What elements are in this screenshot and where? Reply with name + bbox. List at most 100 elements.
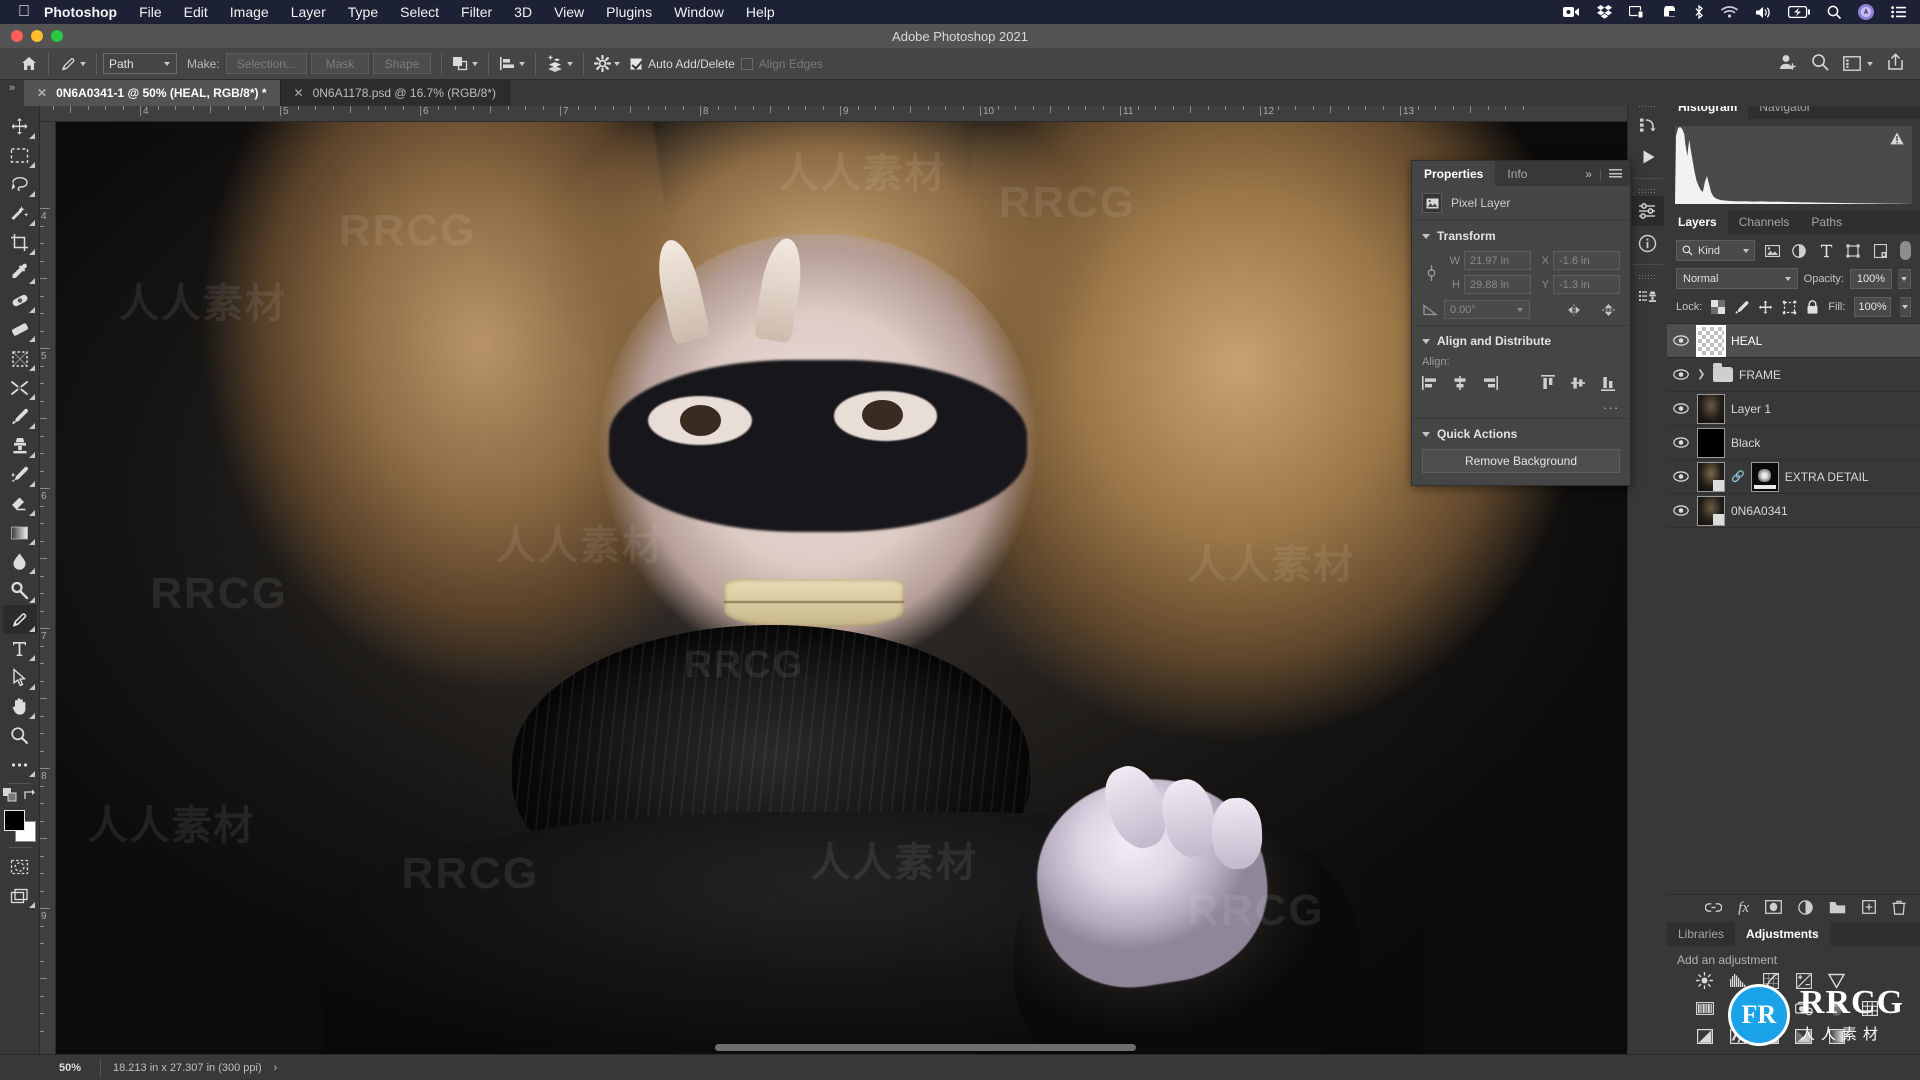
patch-tool[interactable] [3,315,37,344]
tab-libraries[interactable]: Libraries [1667,922,1735,946]
layer-thumbnail[interactable] [1697,393,1725,424]
document-tab-1[interactable]: ✕ 0N6A0341-1 @ 50% (HEAL, RGB/8*) * [24,80,281,106]
chevron-down-icon[interactable] [1784,276,1791,281]
tab-info[interactable]: Info [1495,161,1539,186]
chevron-double-right-icon[interactable]: » [1585,167,1592,181]
fill-stepper[interactable] [1899,297,1911,317]
type-tool[interactable] [3,634,37,663]
align-right-icon[interactable] [1482,375,1498,391]
display-icon[interactable] [1629,5,1645,19]
active-tool-preset[interactable] [55,55,90,73]
wifi-icon[interactable] [1721,6,1738,18]
status-menu-arrow-icon[interactable]: › [274,1062,278,1074]
zoom-tool[interactable] [3,721,37,750]
edit-toolbar-more-icon[interactable] [3,750,37,779]
chevron-down-icon[interactable] [519,61,526,66]
table-row[interactable]: HEAL [1667,324,1920,358]
volume-icon[interactable] [1755,6,1771,19]
eraser-tool[interactable] [3,489,37,518]
history-brush-tool[interactable] [3,460,37,489]
clone-stamp-tool[interactable] [3,431,37,460]
layer-style-fx-icon[interactable]: fx [1738,900,1749,917]
tab-layers[interactable]: Layers [1667,210,1728,234]
filter-shape-icon[interactable] [1844,241,1863,261]
panel-menu-icon[interactable] [1609,169,1622,178]
menu-edit[interactable]: Edit [184,4,208,20]
zoom-level[interactable]: 50% [40,1062,100,1074]
gradient-tool[interactable] [3,518,37,547]
share-user-icon[interactable] [1778,53,1797,74]
remove-background-button[interactable]: Remove Background [1422,449,1620,473]
lock-transparent-pixels-icon[interactable] [1711,300,1726,315]
chevron-down-icon[interactable] [1517,307,1523,312]
angle-field[interactable]: 0.00° [1444,300,1530,319]
chevron-down-icon[interactable] [1742,248,1749,253]
document-canvas[interactable]: 人人素材 RRCG RRCG 人人素材 RRCG 人人素材 人人素材 人人素材 … [56,122,1627,1054]
mask-link-icon[interactable]: 🔗 [1731,470,1745,483]
table-row[interactable]: Black [1667,426,1920,460]
control-center-icon[interactable] [1891,6,1906,18]
layer-visibility-icon[interactable] [1671,403,1691,414]
flip-vertical-icon[interactable] [1600,302,1616,318]
collapse-panels-icon[interactable]: » [0,80,24,106]
quick-mask-toggle-icon[interactable] [3,852,37,881]
layer-name[interactable]: HEAL [1731,334,1762,348]
align-top-icon[interactable] [1540,375,1556,391]
invert-icon[interactable] [1695,1027,1714,1046]
layer-thumbnail[interactable] [1697,427,1725,458]
default-colors-icon[interactable] [2,788,17,805]
chevron-down-icon[interactable] [164,61,170,66]
blend-mode-select[interactable]: Normal [1676,268,1798,289]
battery-charging-icon[interactable] [1788,6,1810,18]
table-row[interactable]: Layer 1 [1667,392,1920,426]
chevron-down-icon[interactable] [567,61,574,66]
table-row[interactable]: ❯ FRAME [1667,358,1920,392]
auto-add-delete-checkbox[interactable]: Auto Add/Delete [630,57,735,71]
path-selection-tool[interactable] [3,663,37,692]
bluetooth-icon[interactable] [1694,5,1704,19]
clone-source-tool[interactable] [3,373,37,402]
new-adjustment-layer-icon[interactable] [1798,899,1813,918]
filter-pixel-icon[interactable] [1763,241,1782,261]
transform-title-row[interactable]: Transform [1422,229,1620,243]
play-actions-icon[interactable] [1632,142,1664,172]
link-layers-icon[interactable] [1704,901,1723,916]
menu-layer[interactable]: Layer [291,4,326,20]
new-group-icon[interactable] [1829,901,1846,917]
layer-thumbnail[interactable] [1696,324,1726,357]
menu-photoshop[interactable]: Photoshop [44,4,117,20]
make-mask-button[interactable]: Mask [311,53,370,74]
chevron-down-icon[interactable] [614,61,621,66]
brightness-contrast-icon[interactable] [1695,971,1714,990]
align-center-horizontal-icon[interactable] [1452,375,1468,391]
layer-name[interactable]: 0N6A0341 [1731,504,1788,518]
history-icon[interactable] [1632,110,1664,140]
width-field[interactable]: 21.97 in [1464,251,1531,270]
document-tab-2[interactable]: ✕ 0N6A1178.psd @ 16.7% (RGB/8*) [280,80,510,106]
lasso-tool[interactable] [3,170,37,199]
layer-visibility-icon[interactable] [1671,471,1691,482]
chevron-down-icon[interactable] [1422,338,1430,344]
tab-properties[interactable]: Properties [1412,161,1496,186]
drag-grip[interactable] [1638,275,1657,280]
layer-name[interactable]: EXTRA DETAIL [1785,470,1869,484]
table-row[interactable]: 🔗 EXTRA DETAIL [1667,460,1920,494]
align-title-row[interactable]: Align and Distribute [1422,334,1620,348]
move-tool[interactable] [3,112,37,141]
align-edges-checkbox[interactable]: Align Edges [740,57,823,71]
make-selection-button[interactable]: Selection... [225,53,308,74]
quick-actions-title-row[interactable]: Quick Actions [1422,427,1620,441]
adjustments-icon[interactable] [1631,196,1664,226]
height-field[interactable]: 29.88 in [1464,275,1531,294]
blur-tool[interactable] [3,547,37,576]
menu-window[interactable]: Window [674,4,724,20]
path-operations-icon[interactable] [448,56,482,72]
crop-tool[interactable] [3,228,37,257]
filter-adjustment-icon[interactable] [1790,241,1809,261]
frame-tool[interactable] [3,344,37,373]
drag-grip[interactable] [1638,189,1657,194]
layer-name[interactable]: Black [1731,436,1760,450]
filter-toggle[interactable] [1899,241,1912,260]
vpn-icon[interactable] [1662,5,1677,19]
layer-mask-thumbnail[interactable] [1750,461,1779,492]
